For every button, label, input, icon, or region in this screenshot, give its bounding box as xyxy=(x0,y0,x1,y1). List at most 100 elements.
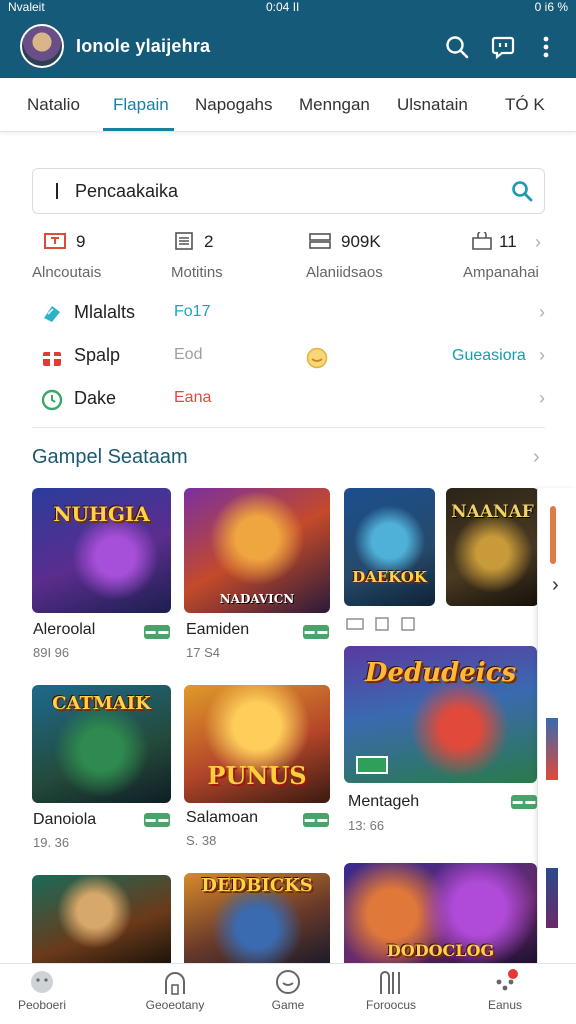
gamepad-icon xyxy=(276,970,300,994)
stat-value: 909K xyxy=(341,232,381,251)
game-art-logo: Dedudeics xyxy=(364,658,517,688)
row-value: Fo17 xyxy=(174,303,211,320)
list-row-mlalalts[interactable]: Mlalalts Fo17 › xyxy=(32,296,545,334)
tab-menngan[interactable]: Menngan xyxy=(299,95,370,115)
game-art-logo: NAANAF xyxy=(451,502,534,522)
status-battery: 0 i6 % xyxy=(534,0,568,14)
row-name: Spalp xyxy=(74,345,121,365)
game-art-logo: DODOCLOG xyxy=(386,941,495,960)
list-row-spalp[interactable]: Spalp Eod Gueasiora › xyxy=(32,339,545,377)
face-icon xyxy=(31,971,53,993)
chevron-right-icon: › xyxy=(539,302,545,322)
game-card[interactable]: NAANAF xyxy=(446,488,539,606)
game-card[interactable]: PUNUS xyxy=(184,685,330,803)
notification-dot xyxy=(508,969,518,979)
game-name: Aleroolal xyxy=(33,621,96,638)
gem-icon xyxy=(44,306,60,322)
row-value: Eana xyxy=(174,389,212,406)
list-row-dake[interactable]: Dake Eana › xyxy=(32,382,545,420)
chat-icon[interactable] xyxy=(490,34,516,60)
more-vertical-icon[interactable] xyxy=(533,34,559,60)
game-name: Mentageh xyxy=(348,793,420,810)
tv-icon xyxy=(44,233,66,249)
side-panel-handle[interactable] xyxy=(550,506,556,564)
chevron-right-icon[interactable]: › xyxy=(533,446,540,469)
nav-item[interactable]: Game xyxy=(243,968,333,1012)
nav-label: Foroocus xyxy=(365,998,417,1012)
game-card[interactable]: DAEKOK xyxy=(344,488,435,606)
game-art xyxy=(344,488,435,606)
stat-value: 2 xyxy=(204,232,214,251)
stat-label: Alaniidsaos xyxy=(306,264,383,281)
game-art-badge xyxy=(356,756,388,774)
game-sub: S. 38 xyxy=(186,833,217,848)
game-card[interactable]: NADAVICN xyxy=(184,488,330,613)
coin-icon xyxy=(306,347,328,369)
columns-icon xyxy=(380,971,400,994)
game-sub: 19. 36 xyxy=(33,835,70,850)
side-panel-thumb xyxy=(546,718,558,780)
nav-label: Eanus xyxy=(487,998,523,1012)
game-art-logo: NUHGIA xyxy=(53,502,150,526)
divider xyxy=(32,427,545,428)
server-icon xyxy=(309,233,331,249)
nav-label: Peoboeri xyxy=(17,998,67,1012)
game-card[interactable]: DODOCLOG xyxy=(344,863,537,965)
game-card[interactable] xyxy=(32,875,171,965)
search-icon[interactable] xyxy=(444,34,470,60)
clock-icon xyxy=(41,389,63,411)
bag-icon xyxy=(472,232,492,250)
nav-item[interactable]: Eanus xyxy=(460,968,550,1012)
avatar[interactable] xyxy=(20,24,64,68)
stat-label: Alncoutais xyxy=(32,264,102,281)
search-input[interactable]: Pencaakaika xyxy=(75,181,178,202)
side-panel[interactable]: › xyxy=(537,488,576,964)
chevron-right-icon[interactable]: › xyxy=(535,232,541,253)
game-sub: 89I 96 xyxy=(33,645,70,660)
nav-label: Geoeotany xyxy=(145,998,205,1012)
game-sub: 13: 66 xyxy=(348,818,385,833)
game-card[interactable]: NUHGIA xyxy=(32,488,171,613)
game-card[interactable]: DEDBICKS xyxy=(184,873,330,965)
tab-tok[interactable]: TÓ K xyxy=(505,95,545,115)
tab-flapain[interactable]: Flapain xyxy=(113,95,169,115)
nav-label: Game xyxy=(271,998,305,1012)
game-name: Salamoan xyxy=(186,809,259,826)
chevron-right-icon[interactable]: › xyxy=(552,574,559,597)
game-art-logo: DAEKOK xyxy=(352,568,427,586)
game-sub: 17 S4 xyxy=(186,645,220,660)
game-card[interactable]: CATMAIK xyxy=(32,685,171,803)
nav-item[interactable]: Foroocus xyxy=(346,968,436,1012)
game-badge: ▬ ▬ xyxy=(144,625,170,639)
app-title: Ionole ylaijehra xyxy=(76,36,211,56)
tab-ulsnatain[interactable]: Ulsnatain xyxy=(397,95,468,115)
status-time: 0:04 II xyxy=(266,0,300,14)
nav-item[interactable]: Geoeotany xyxy=(130,968,220,1012)
search-bar[interactable]: Pencaakaika xyxy=(32,168,545,214)
game-badge: ▬ ▬ xyxy=(144,813,170,827)
game-art-logo: DEDBICKS xyxy=(201,875,313,896)
game-name: Danoiola xyxy=(33,811,97,828)
row-value: Eod xyxy=(174,346,203,363)
search-icon[interactable] xyxy=(510,179,534,203)
game-badge: ▬ ▬ xyxy=(303,625,329,639)
game-badge: ▬ ▬ xyxy=(511,795,537,809)
side-panel-thumb xyxy=(546,868,558,928)
active-tab-indicator xyxy=(103,128,174,131)
tab-napogahs[interactable]: Napogahs xyxy=(195,95,273,115)
stat-label: Motitins xyxy=(171,264,223,281)
list-icon xyxy=(175,232,193,250)
status-bar: Nvaleit 0:04 II 0 i6 % xyxy=(0,0,576,16)
row-name: Dake xyxy=(74,388,117,408)
game-art-logo: NADAVICN xyxy=(219,592,295,606)
stat-value: 11 xyxy=(499,232,517,251)
bottom-nav: Peoboeri Geoeotany Game Foroocus Eanus xyxy=(0,963,576,1024)
nav-item[interactable]: Peoboeri xyxy=(0,968,87,1012)
stat-value: 9 xyxy=(76,232,86,251)
home-icon xyxy=(165,972,185,995)
dots-icon xyxy=(496,969,518,991)
row-extra[interactable]: Gueasiora xyxy=(452,347,526,365)
app-bar: Ionole ylaijehra xyxy=(0,16,576,78)
game-card[interactable]: Dedudeics xyxy=(344,646,537,783)
tab-natalio[interactable]: Natalio xyxy=(27,95,80,115)
